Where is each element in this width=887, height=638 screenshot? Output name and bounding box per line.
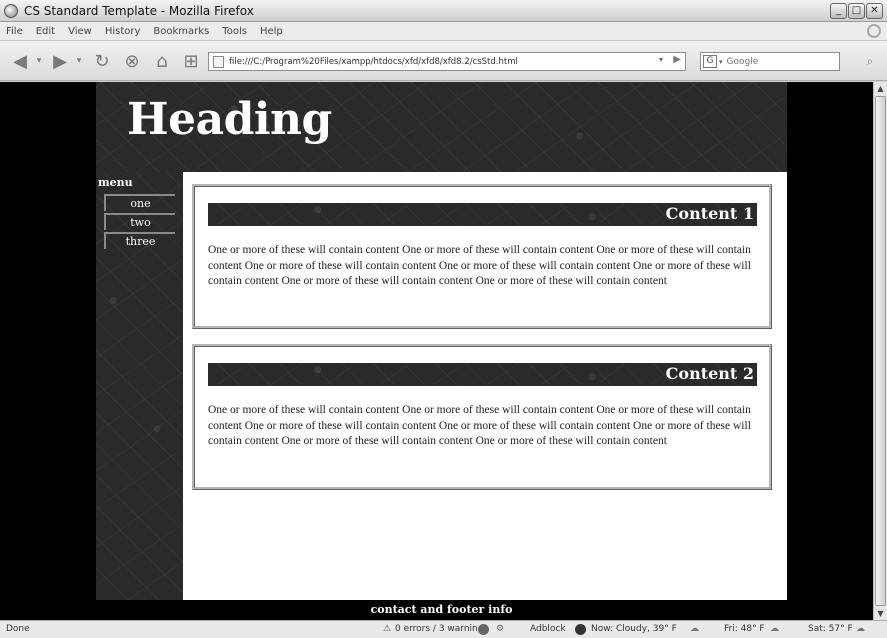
menu-link-two[interactable]: two: [104, 213, 175, 230]
vertical-scrollbar[interactable]: ▲ ▼: [873, 82, 887, 620]
page-header: Heading: [96, 82, 787, 172]
menu-edit[interactable]: Edit: [36, 26, 55, 37]
scroll-down-icon[interactable]: ▼: [874, 607, 887, 620]
error-console-status[interactable]: 0 errors / 3 warnings: [395, 624, 488, 634]
menu-link-three[interactable]: three: [104, 232, 175, 249]
content-area: Content 1 One or more of these will cont…: [183, 172, 787, 600]
menu-bookmarks[interactable]: Bookmarks: [153, 26, 209, 37]
url-text[interactable]: file:///C:/Program%20Files/xampp/htdocs/…: [229, 57, 518, 67]
stop-icon: ⊗: [124, 50, 140, 72]
menu-tools[interactable]: Tools: [222, 26, 247, 37]
cloud-icon: ☁: [770, 624, 779, 634]
cloud-icon: ☁: [690, 624, 699, 634]
adblock-status[interactable]: Adblock: [530, 624, 566, 634]
page-heading: Heading: [127, 94, 332, 145]
content-title-bar: Content 1: [208, 203, 757, 226]
weather-friday[interactable]: Fri: 48° F: [724, 624, 765, 634]
back-arrow-icon: ◀: [13, 50, 27, 72]
menu-help[interactable]: Help: [260, 26, 283, 37]
close-button[interactable]: ✕: [866, 3, 883, 19]
address-bar[interactable]: file:///C:/Program%20Files/xampp/htdocs/…: [208, 52, 686, 71]
forward-button[interactable]: ▶: [46, 50, 74, 72]
settings-gear-icon[interactable]: ⚙: [496, 624, 504, 634]
content-box-2: Content 2 One or more of these will cont…: [192, 344, 772, 490]
content-box-1: Content 1 One or more of these will cont…: [192, 184, 772, 329]
footer-text: contact and footer info: [370, 603, 513, 616]
firefox-icon: [4, 3, 18, 18]
navigation-toolbar: ◀ ▾ ▶ ▾ ↻ ⊗ ⌂ ⊞ file:///C:/Program%20Fil…: [0, 41, 887, 81]
menu-history[interactable]: History: [105, 26, 141, 37]
reload-button[interactable]: ↻: [88, 50, 116, 72]
back-history-dropdown[interactable]: ▾: [34, 50, 44, 72]
scrollbar-thumb[interactable]: [875, 96, 886, 606]
status-bar: Done ⚠ 0 errors / 3 warnings ⚙ Adblock N…: [0, 620, 887, 638]
menu-file[interactable]: File: [6, 26, 23, 37]
window-title: CS Standard Template - Mozilla Firefox: [24, 3, 254, 18]
menu-view[interactable]: View: [68, 26, 92, 37]
status-text: Done: [6, 624, 30, 634]
menu-bar: File Edit View History Bookmarks Tools H…: [0, 22, 887, 41]
home-button[interactable]: ⌂: [148, 50, 176, 72]
weather-saturday[interactable]: Sat: 57° F: [808, 624, 853, 634]
search-magnifier-icon[interactable]: ⌕: [861, 54, 879, 70]
minimize-button[interactable]: _: [830, 3, 847, 19]
add-tab-icon: ⊞: [183, 50, 199, 72]
title-bar: CS Standard Template - Mozilla Firefox _…: [0, 0, 887, 22]
search-input[interactable]: [726, 56, 827, 67]
stop-button[interactable]: ⊗: [118, 50, 146, 72]
sidebar: menu one two three: [96, 172, 183, 600]
menu-link-one[interactable]: one: [104, 194, 175, 211]
menu-title: menu: [98, 176, 133, 189]
home-icon: ⌂: [156, 50, 168, 72]
cloud-icon: ☁: [856, 624, 865, 634]
content-title: Content 2: [665, 364, 754, 383]
content-text: One or more of these will contain conten…: [208, 244, 751, 287]
content-title: Content 1: [665, 204, 754, 223]
search-engine-dropdown-icon[interactable]: ▾: [719, 58, 723, 66]
page-favicon-icon: [213, 55, 224, 68]
weather-moon-icon: [575, 624, 586, 635]
page-viewport: Heading menu one two three Content 1 One…: [0, 82, 873, 620]
back-button[interactable]: ◀: [6, 50, 34, 72]
warning-icon[interactable]: ⚠: [383, 624, 391, 634]
maximize-button[interactable]: □: [848, 3, 865, 19]
content-title-bar: Content 2: [208, 363, 757, 386]
page-footer: contact and footer info: [96, 600, 787, 620]
go-arrow-icon[interactable]: ▶: [673, 54, 681, 65]
url-history-dropdown-icon[interactable]: ▾: [659, 55, 663, 64]
forward-history-dropdown[interactable]: ▾: [74, 50, 84, 72]
weather-now[interactable]: Now: Cloudy, 39° F: [591, 624, 677, 634]
forward-arrow-icon: ▶: [53, 50, 67, 72]
search-engine-icon[interactable]: G: [703, 55, 717, 68]
new-tab-button[interactable]: ⊞: [178, 50, 204, 72]
scroll-up-icon[interactable]: ▲: [874, 82, 887, 95]
search-box[interactable]: G ▾: [700, 52, 840, 71]
content-text: One or more of these will contain conten…: [208, 404, 751, 447]
reload-icon: ↻: [94, 50, 110, 72]
window-controls: _ □ ✕: [830, 3, 883, 19]
addon-status-icon[interactable]: [478, 624, 489, 635]
throbber-icon: [867, 24, 881, 38]
